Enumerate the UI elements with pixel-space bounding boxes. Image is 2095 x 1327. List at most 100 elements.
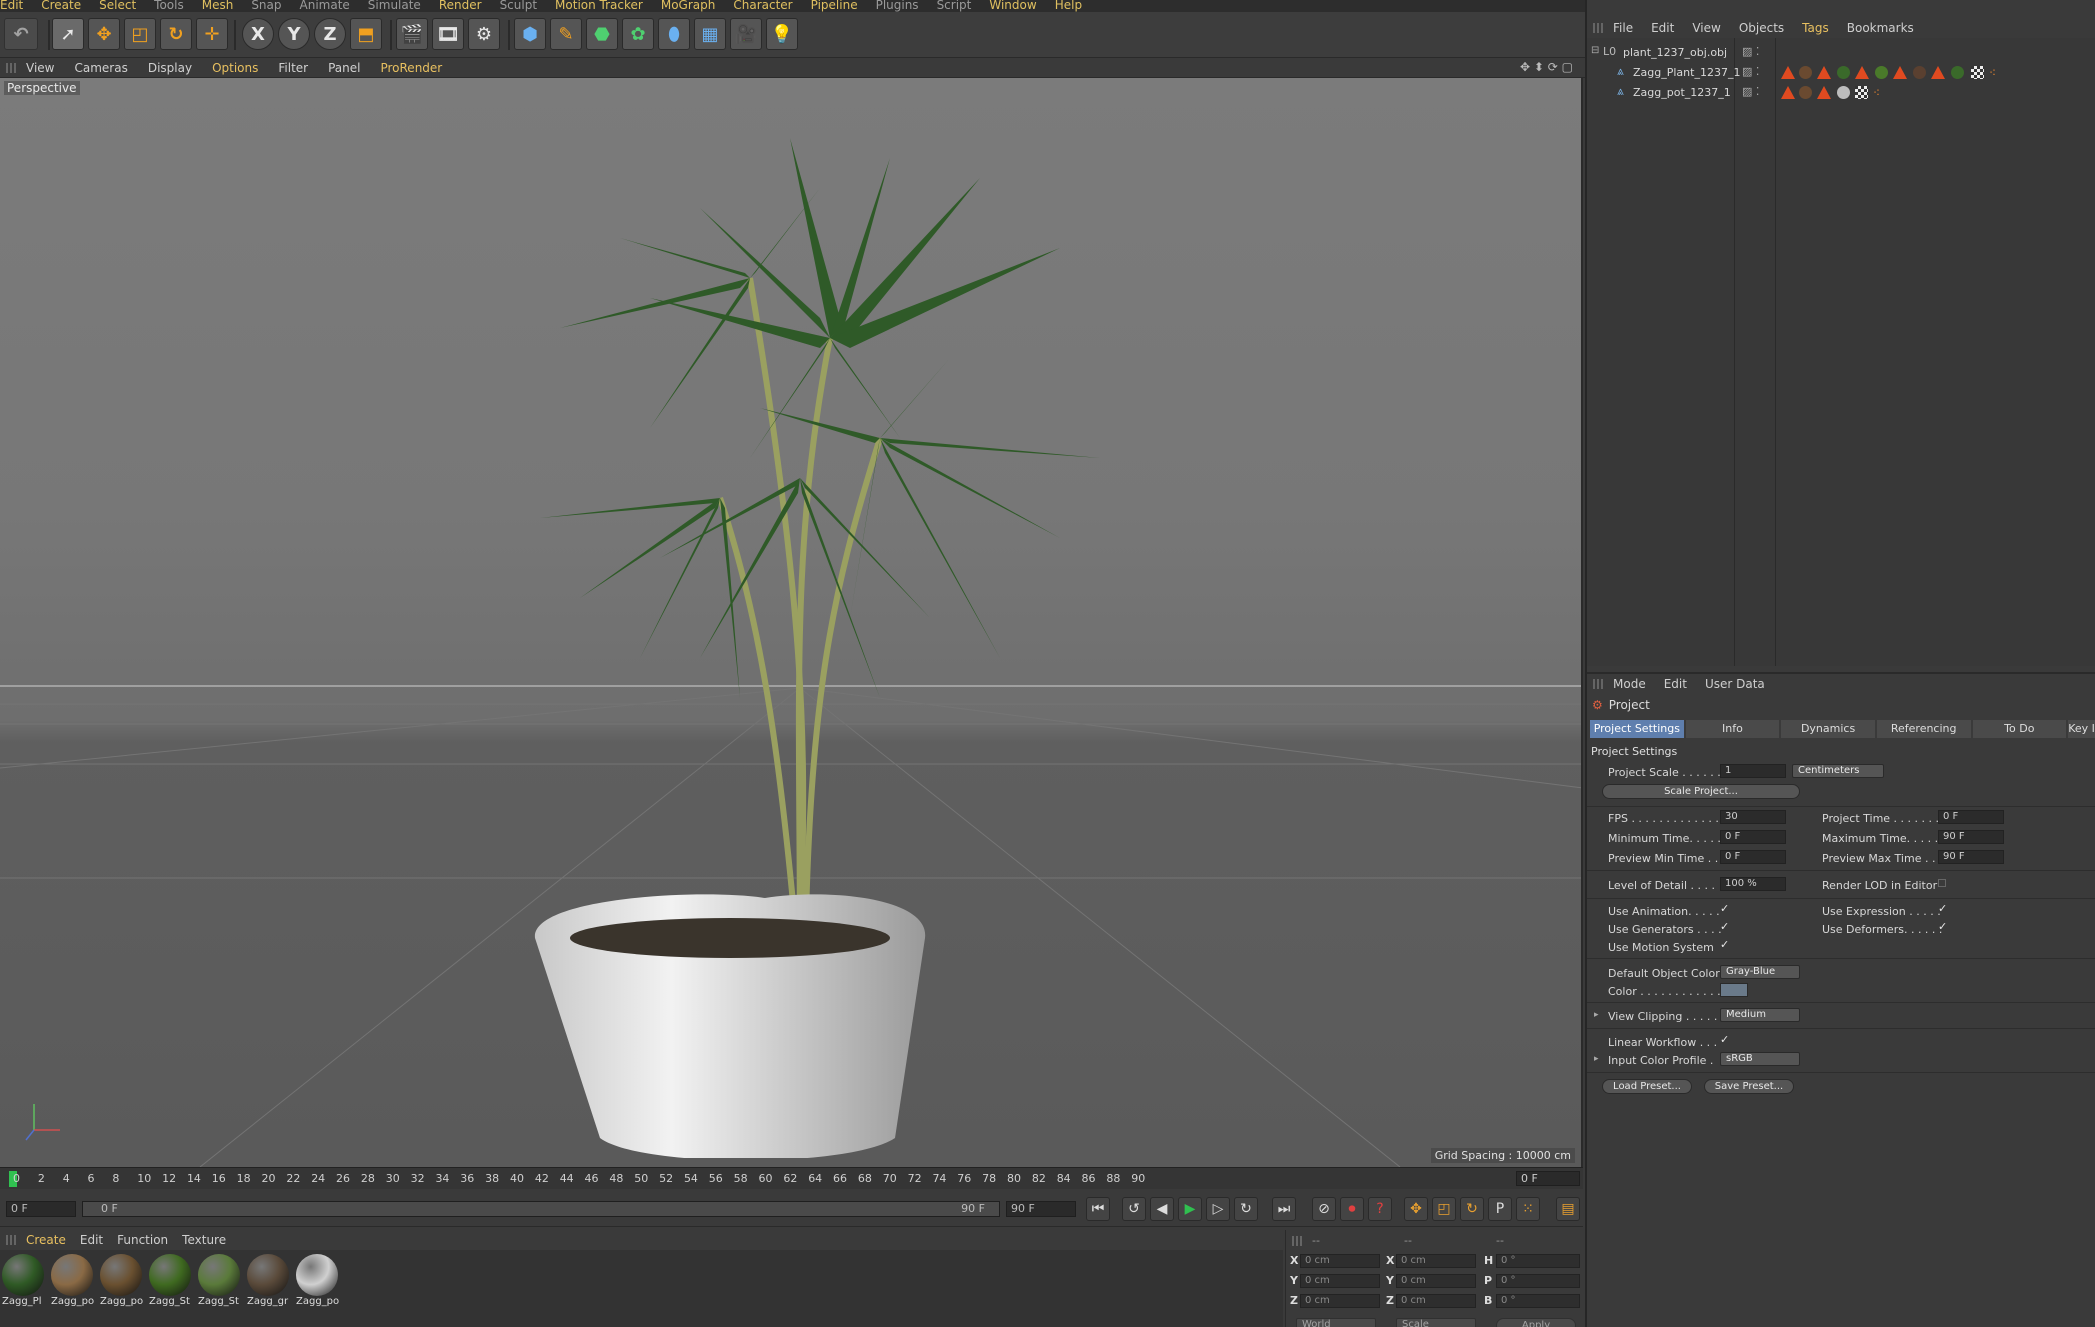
- start-frame-field[interactable]: 0 F: [6, 1201, 76, 1217]
- visibility-toggle-icon[interactable]: ▨ ⁚: [1742, 45, 1759, 58]
- tab-to-do[interactable]: To Do: [1972, 720, 2067, 738]
- render-view-icon[interactable]: 🎬: [396, 18, 428, 50]
- previous-frame-icon[interactable]: ◀: [1150, 1197, 1174, 1221]
- menu-plugins[interactable]: Plugins: [876, 0, 919, 12]
- selection-tag-icon[interactable]: [1855, 86, 1868, 99]
- coords-rotation-field[interactable]: 0 °: [1496, 1254, 1580, 1268]
- viewport-menu-prorender[interactable]: ProRender: [380, 61, 442, 75]
- go-to-start-icon[interactable]: ⏮: [1086, 1197, 1110, 1221]
- material-tag-icon[interactable]: [1951, 66, 1964, 79]
- x-axis-lock-button[interactable]: X: [242, 18, 274, 50]
- end-frame-field[interactable]: 90 F: [1006, 1201, 1076, 1217]
- scale-project-button[interactable]: Scale Project...: [1602, 784, 1800, 799]
- go-to-end-icon[interactable]: ⏭: [1272, 1197, 1296, 1221]
- use-deformers-checkbox[interactable]: ✓: [1938, 921, 1949, 933]
- selection-tag-icon[interactable]: [1971, 66, 1984, 79]
- om-menu-file[interactable]: File: [1613, 21, 1633, 35]
- coordinate-system-icon[interactable]: ⬒: [350, 18, 382, 50]
- maximum-time-field[interactable]: 90 F: [1938, 830, 2004, 844]
- object-name[interactable]: Zagg_Plant_1237_1: [1633, 66, 1740, 79]
- color-swatch[interactable]: [1720, 983, 1748, 997]
- input-color-profile-dropdown[interactable]: sRGB: [1720, 1052, 1800, 1066]
- minimum-time-field[interactable]: 0 F: [1720, 830, 1786, 844]
- subdivision-surface-icon[interactable]: ⬣: [586, 18, 618, 50]
- view-clipping-dropdown[interactable]: Medium: [1720, 1008, 1800, 1022]
- material-menu-edit[interactable]: Edit: [80, 1233, 103, 1247]
- uvw-tag-icon[interactable]: [1893, 66, 1907, 79]
- menu-snap[interactable]: Snap: [251, 0, 281, 12]
- cloner-icon[interactable]: ✿: [622, 18, 654, 50]
- material-swatch[interactable]: Zagg_po: [100, 1254, 144, 1314]
- key-position-icon[interactable]: ✥: [1404, 1197, 1428, 1221]
- menu-pipeline[interactable]: Pipeline: [811, 0, 858, 12]
- menu-animate[interactable]: Animate: [300, 0, 350, 12]
- menu-create[interactable]: Create: [41, 0, 81, 12]
- play-icon[interactable]: ▶: [1178, 1197, 1202, 1221]
- tab-key-interpolation[interactable]: Key I: [2068, 720, 2095, 738]
- viewport-menu-panel[interactable]: Panel: [328, 61, 360, 75]
- menu-select[interactable]: Select: [99, 0, 136, 12]
- viewport-menu-filter[interactable]: Filter: [278, 61, 308, 75]
- uvw-tag-icon[interactable]: [1817, 66, 1831, 79]
- next-frame-icon[interactable]: ▷: [1206, 1197, 1230, 1221]
- grip-icon[interactable]: [1593, 23, 1603, 33]
- viewport-menu-view[interactable]: View: [26, 61, 54, 75]
- load-preset-button[interactable]: Load Preset...: [1602, 1079, 1692, 1094]
- use-animation-checkbox[interactable]: ✓: [1720, 903, 1731, 915]
- preview-min-time-field[interactable]: 0 F: [1720, 850, 1786, 864]
- autokey-icon[interactable]: ⏺: [1340, 1197, 1364, 1221]
- light-icon[interactable]: 💡: [766, 18, 798, 50]
- grip-icon[interactable]: [1593, 679, 1603, 689]
- visibility-toggle-icon[interactable]: ▨ ⁚: [1742, 65, 1759, 78]
- coords-apply-button[interactable]: Apply: [1496, 1318, 1576, 1327]
- menu-simulate[interactable]: Simulate: [368, 0, 421, 12]
- record-keys-icon[interactable]: ⊘: [1312, 1197, 1336, 1221]
- menu-help[interactable]: Help: [1055, 0, 1082, 12]
- am-menu-mode[interactable]: Mode: [1613, 677, 1646, 691]
- material-swatch[interactable]: Zagg_gr: [247, 1254, 291, 1314]
- material-swatch[interactable]: Zagg_po: [296, 1254, 340, 1314]
- grip-icon[interactable]: [1292, 1236, 1302, 1246]
- fps-field[interactable]: 30: [1720, 810, 1786, 824]
- menu-sculpt[interactable]: Sculpt: [500, 0, 537, 12]
- tab-info[interactable]: Info: [1685, 720, 1780, 738]
- floor-scene-icon[interactable]: ▦: [694, 18, 726, 50]
- menu-edit[interactable]: Edit: [0, 0, 23, 12]
- render-picture-viewer-icon[interactable]: 🎞: [432, 18, 464, 50]
- preview-max-time-field[interactable]: 90 F: [1938, 850, 2004, 864]
- menu-mesh[interactable]: Mesh: [202, 0, 234, 12]
- menu-script[interactable]: Script: [937, 0, 972, 12]
- coords-rotation-field[interactable]: 0 °: [1496, 1274, 1580, 1288]
- coords-scale-dropdown[interactable]: Scale: [1396, 1318, 1476, 1327]
- coords-size-field[interactable]: 0 cm: [1396, 1294, 1476, 1308]
- phong-tag-icon[interactable]: [1781, 66, 1795, 79]
- viewport-menu-options[interactable]: Options: [212, 61, 258, 75]
- coords-size-field[interactable]: 0 cm: [1396, 1274, 1476, 1288]
- frame-range-slider[interactable]: 0 F 90 F: [82, 1201, 1000, 1217]
- camera-icon[interactable]: 🎥: [730, 18, 762, 50]
- use-generators-checkbox[interactable]: ✓: [1720, 921, 1731, 933]
- render-lod-checkbox[interactable]: [1938, 879, 1946, 887]
- render-settings-icon[interactable]: ⚙: [468, 18, 500, 50]
- object-name[interactable]: Zagg_pot_1237_1: [1633, 86, 1731, 99]
- pen-spline-icon[interactable]: ✎: [550, 18, 582, 50]
- coords-rotation-field[interactable]: 0 °: [1496, 1294, 1580, 1308]
- menu-character[interactable]: Character: [733, 0, 792, 12]
- material-menu-texture[interactable]: Texture: [182, 1233, 226, 1247]
- vertex-map-icon[interactable]: ⁖: [1873, 86, 1886, 100]
- menu-window[interactable]: Window: [989, 0, 1036, 12]
- coords-position-field[interactable]: 0 cm: [1300, 1294, 1380, 1308]
- material-swatch[interactable]: Zagg_St: [198, 1254, 242, 1314]
- menu-motion-tracker[interactable]: Motion Tracker: [555, 0, 643, 12]
- menu-render[interactable]: Render: [439, 0, 482, 12]
- viewport-nav-icons[interactable]: ✥ ⬍ ⟳ ▢: [1520, 60, 1573, 74]
- material-swatch[interactable]: Zagg_Pl: [2, 1254, 46, 1314]
- tab-project-settings[interactable]: Project Settings: [1590, 720, 1684, 738]
- om-menu-view[interactable]: View: [1692, 21, 1720, 35]
- y-axis-lock-button[interactable]: Y: [278, 18, 310, 50]
- visibility-toggle-icon[interactable]: ▨ ⁚: [1742, 85, 1759, 98]
- uvw-tag-icon[interactable]: [1931, 66, 1945, 79]
- phong-tag-icon[interactable]: [1781, 86, 1795, 99]
- select-arrow-icon[interactable]: ➚: [52, 18, 84, 50]
- live-selection-icon[interactable]: ✛: [196, 18, 228, 50]
